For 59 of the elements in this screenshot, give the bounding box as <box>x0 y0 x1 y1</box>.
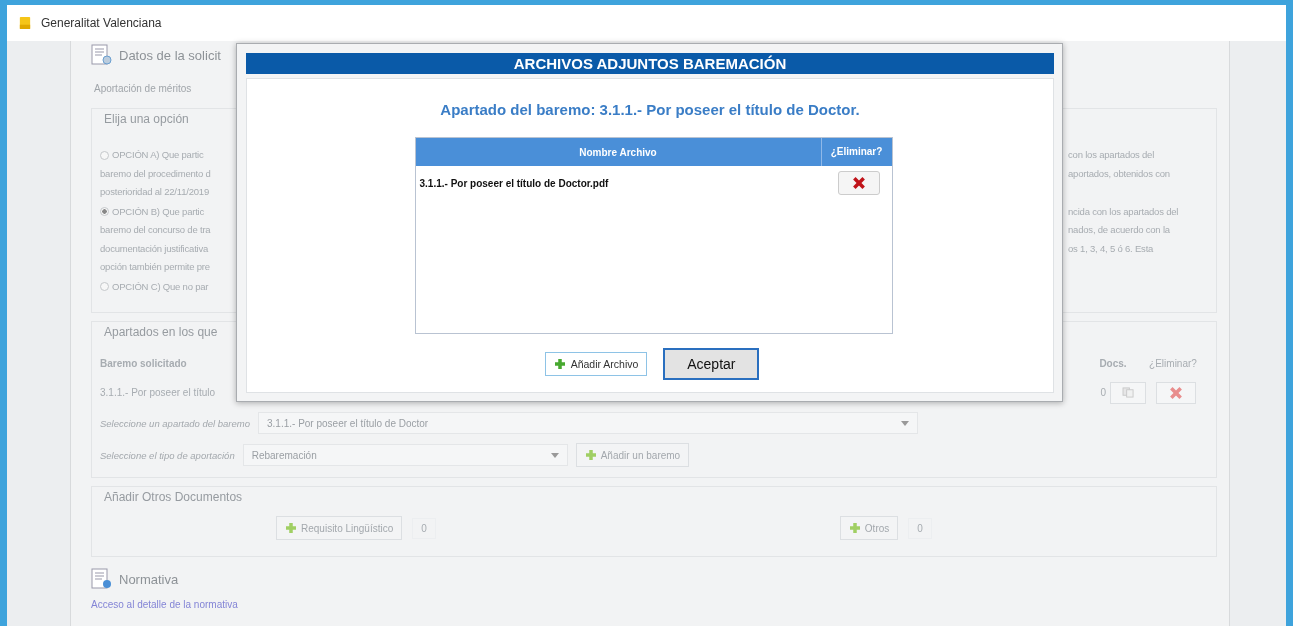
column-header: ¿Eliminar? <box>1148 358 1198 369</box>
file-name: 3.1.1.- Por poseer el título de Doctor.pdf <box>419 177 609 189</box>
docs-count: 0 <box>1100 387 1106 398</box>
delete-button[interactable] <box>837 171 880 195</box>
caret-icon <box>550 452 559 458</box>
dialog-title: ARCHIVOS ADJUNTOS BAREMACIÓN <box>246 53 1054 74</box>
option-text: os 1, 3, 4, 5 ó 6. Esta <box>1068 241 1154 256</box>
field-label: Seleccione el tipo de aportación <box>100 449 235 461</box>
caret-icon <box>901 420 909 426</box>
fieldset-legend: Añadir Otros Documentos <box>104 490 243 504</box>
dialog-button[interactable]: Aceptar <box>663 348 760 380</box>
document-info-icon <box>91 568 113 590</box>
select-field[interactable]: Rebaremación <box>242 444 568 466</box>
copy-icon <box>1121 387 1135 398</box>
radio-button[interactable] <box>100 150 109 160</box>
window-title: Generalitat Valenciana <box>41 16 162 30</box>
subsection-title: Aportación de méritos <box>94 83 192 94</box>
dialog-button[interactable]: Añadir Archivo <box>544 352 648 376</box>
plus-icon <box>848 522 861 534</box>
plus-icon <box>584 449 597 461</box>
select-field[interactable]: 3.1.1.- Por poseer el título de Doctor <box>258 412 918 434</box>
close-icon <box>1169 385 1183 400</box>
radio-button[interactable] <box>100 207 109 217</box>
section-title: Normativa <box>119 571 179 587</box>
fieldset-legend: Elija una opción <box>104 112 189 126</box>
close-icon <box>851 176 866 190</box>
column-header: ¿Eliminar? <box>820 138 892 166</box>
document-count: 0 <box>412 517 436 539</box>
option-text: baremo del procedimento d <box>100 166 211 181</box>
column-header: Nombre Archivo <box>578 146 658 158</box>
fieldset-legend: Apartados en los que <box>104 325 218 339</box>
option-text: con los apartados del <box>1068 148 1155 162</box>
option-text: ncida con los apartados del <box>1068 204 1179 219</box>
option-text: baremo del concurso de tra <box>100 223 211 237</box>
column-header: Baremo solicitado <box>100 358 188 369</box>
option-text: OPCIÓN A) Que partic <box>112 148 204 162</box>
plus-icon <box>285 522 297 534</box>
option-text: documentación justificativa <box>100 241 209 256</box>
column-header: Docs. <box>1098 358 1128 369</box>
add-button[interactable]: Otros <box>839 516 899 540</box>
radio-button[interactable] <box>100 282 109 292</box>
document-search-icon <box>91 44 113 66</box>
table-cell-text: 3.1.1.- Por poseer el título <box>100 387 217 398</box>
document-count: 0 <box>908 517 932 539</box>
dialog-subtitle: Apartado del baremo: 3.1.1.- Por poseer el título de Doctor. <box>440 101 860 118</box>
option-text: OPCIÓN C) Que no par <box>112 279 209 294</box>
section-title: Datos de la solicit <box>119 47 221 63</box>
option-text: nados, de acuerdo con la <box>1068 223 1170 237</box>
copy-button[interactable] <box>1110 381 1146 404</box>
plus-icon <box>553 358 566 370</box>
field-label: Seleccione un apartado del baremo <box>100 417 250 429</box>
option-text: OPCIÓN B) Que partic <box>112 204 205 219</box>
option-text: opción también permite pre <box>100 260 210 274</box>
add-button[interactable]: Requisito Lingüístico <box>276 516 403 540</box>
normativa-link[interactable]: Acceso al detalle de la normativa <box>91 599 238 610</box>
option-text: posterioridad al 22/11/2019 <box>100 185 210 199</box>
folder-icon <box>19 16 31 30</box>
add-button[interactable]: Añadir un baremo <box>575 443 690 467</box>
option-text: aportados, obtenidos con <box>1068 166 1170 181</box>
